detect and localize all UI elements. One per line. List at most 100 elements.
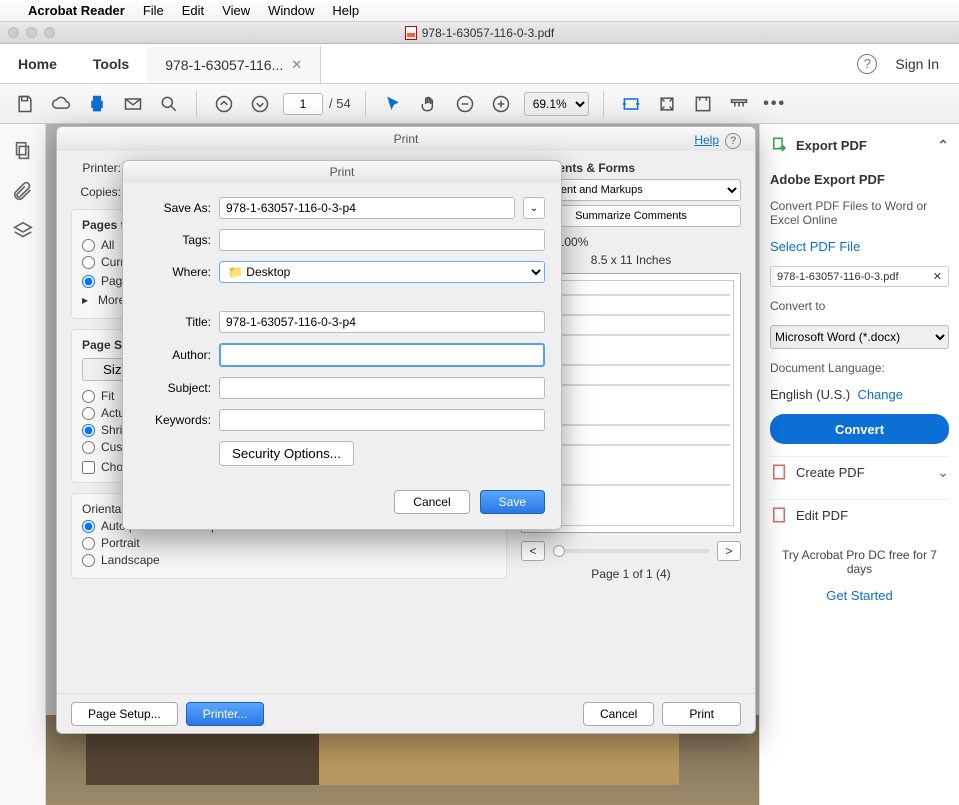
format-select[interactable]: Microsoft Word (*.docx) <box>770 325 949 349</box>
select-pdf-link[interactable]: Select PDF File <box>770 239 949 254</box>
hand-tool-icon[interactable] <box>416 91 442 117</box>
save-as-label: Save As: <box>139 201 211 215</box>
print-help-icon[interactable]: ? <box>725 133 741 149</box>
fit-radio[interactable] <box>82 390 95 403</box>
actual-size-radio[interactable] <box>82 407 95 420</box>
edit-pdf-label: Edit PDF <box>796 508 848 523</box>
tab-close-icon[interactable]: ✕ <box>291 57 302 73</box>
orient-landscape-radio[interactable] <box>82 554 95 567</box>
orient-auto-radio[interactable] <box>82 520 95 533</box>
orient-portrait-radio[interactable] <box>82 537 95 550</box>
print-cancel-button[interactable]: Cancel <box>583 702 654 726</box>
tab-tools[interactable]: Tools <box>75 44 147 83</box>
expand-save-dialog-button[interactable]: ⌄ <box>523 197 545 219</box>
create-pdf-row[interactable]: Create PDF ⌄ <box>770 456 949 487</box>
security-options-button[interactable]: Security Options... <box>219 441 354 466</box>
selected-file-name: 978-1-63057-116-0-3.pdf <box>777 271 899 283</box>
orient-landscape-label: Landscape <box>101 553 160 567</box>
help-icon[interactable]: ? <box>857 54 877 74</box>
print-help-link[interactable]: Help <box>694 133 719 147</box>
export-pdf-head[interactable]: Export PDF <box>796 138 867 153</box>
pages-range-radio[interactable] <box>82 275 95 288</box>
preview-prev-button[interactable]: < <box>521 541 545 561</box>
cloud-icon[interactable] <box>48 91 74 117</box>
print-icon[interactable] <box>84 91 110 117</box>
page-up-icon[interactable] <box>211 91 237 117</box>
chevron-up-icon[interactable]: ⌃ <box>937 137 949 154</box>
zoom-select[interactable]: 69.1% <box>524 92 589 116</box>
fit-label: Fit <box>101 389 114 403</box>
title-input[interactable] <box>219 311 545 333</box>
thumbnails-icon[interactable] <box>12 140 34 162</box>
preview-slider[interactable] <box>553 549 709 553</box>
edit-pdf-icon <box>770 506 788 524</box>
subject-label: Subject: <box>139 381 211 395</box>
export-blurb: Convert PDF Files to Word or Excel Onlin… <box>770 199 949 227</box>
mail-icon[interactable] <box>120 91 146 117</box>
traffic-close-icon[interactable] <box>8 27 19 38</box>
where-select[interactable]: 📁 Desktop <box>219 261 545 283</box>
tags-input[interactable] <box>219 229 545 251</box>
tags-label: Tags: <box>139 233 211 247</box>
read-mode-icon[interactable] <box>726 91 752 117</box>
export-pdf-icon <box>770 136 788 154</box>
menu-view[interactable]: View <box>222 3 250 18</box>
keywords-input[interactable] <box>219 409 545 431</box>
chevron-down-icon: ⌄ <box>937 464 949 481</box>
traffic-max-icon[interactable] <box>44 27 55 38</box>
save-dialog: Print Save As: ⌄ Tags: Where: 📁 Desktop … <box>122 160 562 530</box>
page-down-icon[interactable] <box>247 91 273 117</box>
tab-document[interactable]: 978-1-63057-116... ✕ <box>147 44 321 83</box>
preview-next-button[interactable]: > <box>717 541 741 561</box>
fit-width-icon[interactable] <box>618 91 644 117</box>
trial-text: Try Acrobat Pro DC free for 7 days <box>770 548 949 576</box>
page-number-input[interactable] <box>283 93 323 115</box>
change-lang-link[interactable]: Change <box>857 387 903 402</box>
edit-pdf-row[interactable]: Edit PDF <box>770 499 949 530</box>
subject-input[interactable] <box>219 377 545 399</box>
remove-file-icon[interactable]: ✕ <box>933 270 942 283</box>
tab-document-label: 978-1-63057-116... <box>165 57 283 73</box>
attachments-icon[interactable] <box>12 180 34 202</box>
app-name[interactable]: Acrobat Reader <box>28 3 125 18</box>
get-started-link[interactable]: Get Started <box>770 588 949 603</box>
main-toolbar: / 54 69.1% ••• <box>0 84 959 124</box>
select-tool-icon[interactable] <box>380 91 406 117</box>
printer-settings-button[interactable]: Printer... <box>186 702 265 726</box>
save-as-input[interactable] <box>219 197 515 219</box>
tools-panel: Export PDF ⌃ Adobe Export PDF Convert PD… <box>759 124 959 805</box>
fit-page-icon[interactable] <box>654 91 680 117</box>
save-icon[interactable] <box>12 91 38 117</box>
author-input[interactable] <box>219 343 545 367</box>
preview-page-indicator: Page 1 of 1 (4) <box>521 567 741 581</box>
fullscreen-icon[interactable] <box>690 91 716 117</box>
shrink-radio[interactable] <box>82 424 95 437</box>
sign-in-link[interactable]: Sign In <box>895 56 939 72</box>
pages-current-radio[interactable] <box>82 256 95 269</box>
custom-scale-radio[interactable] <box>82 441 95 454</box>
convert-button[interactable]: Convert <box>770 414 949 444</box>
save-cancel-button[interactable]: Cancel <box>394 490 469 514</box>
zoom-in-icon[interactable] <box>488 91 514 117</box>
pdf-doc-icon <box>405 26 417 40</box>
search-icon[interactable] <box>156 91 182 117</box>
menu-help[interactable]: Help <box>332 3 359 18</box>
choose-paper-checkbox[interactable] <box>82 461 95 474</box>
tab-home[interactable]: Home <box>0 44 75 83</box>
menu-file[interactable]: File <box>143 3 164 18</box>
more-tools-icon[interactable]: ••• <box>762 91 788 117</box>
menu-edit[interactable]: Edit <box>182 3 204 18</box>
pages-all-label: All <box>101 238 114 252</box>
zoom-out-icon[interactable] <box>452 91 478 117</box>
layers-icon[interactable] <box>12 220 34 242</box>
print-confirm-button[interactable]: Print <box>662 702 741 726</box>
menu-window[interactable]: Window <box>268 3 314 18</box>
selected-file-chip: 978-1-63057-116-0-3.pdf ✕ <box>770 266 949 287</box>
save-dialog-title: Print <box>123 161 561 183</box>
page-setup-button[interactable]: Page Setup... <box>71 702 178 726</box>
printer-label: Printer: <box>71 161 121 175</box>
pages-all-radio[interactable] <box>82 239 95 252</box>
lang-label: Document Language: <box>770 361 885 375</box>
traffic-min-icon[interactable] <box>26 27 37 38</box>
save-confirm-button[interactable]: Save <box>480 490 545 514</box>
